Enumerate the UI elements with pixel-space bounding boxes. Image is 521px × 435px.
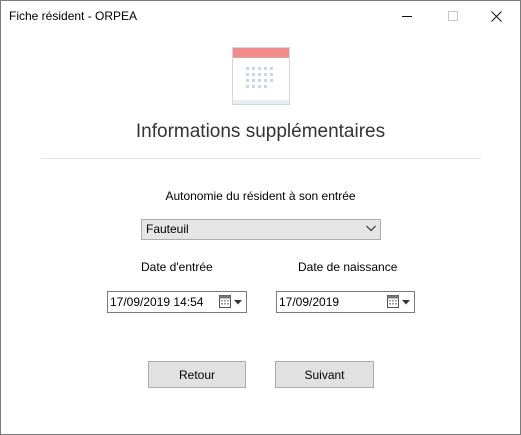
window: Fiche résident - ORPEA Informations supp…	[0, 0, 521, 435]
window-title: Fiche résident - ORPEA	[9, 9, 138, 23]
date-naissance-value: 17/09/2019	[279, 295, 340, 309]
date-entree-label: Date d'entrée	[141, 260, 213, 274]
close-icon	[491, 11, 502, 22]
page-title: Informations supplémentaires	[135, 121, 386, 142]
divider	[41, 158, 481, 159]
maximize-button	[430, 1, 476, 32]
close-button[interactable]	[474, 1, 520, 32]
date-entree-value: 17/09/2019 14:54	[110, 295, 204, 309]
maximize-icon	[448, 11, 458, 21]
retour-button[interactable]: Retour	[148, 361, 246, 388]
calendar-dropdown-icon[interactable]	[386, 295, 412, 309]
minimize-icon	[402, 16, 412, 17]
autonomie-label: Autonomie du résident à son entrée	[165, 189, 356, 203]
date-naissance-label: Date de naissance	[298, 260, 398, 274]
calendar-icon	[232, 47, 290, 105]
minimize-button[interactable]	[384, 1, 430, 32]
date-naissance-picker[interactable]: 17/09/2019	[276, 291, 415, 313]
date-entree-picker[interactable]: 17/09/2019 14:54	[107, 291, 247, 313]
chevron-down-icon	[366, 225, 376, 232]
autonomie-select[interactable]: Fauteuil	[141, 219, 381, 240]
autonomie-value: Fauteuil	[146, 222, 189, 236]
suivant-button[interactable]: Suivant	[275, 361, 374, 388]
title-bar[interactable]: Fiche résident - ORPEA	[1, 1, 520, 32]
calendar-dropdown-icon[interactable]	[218, 295, 244, 309]
